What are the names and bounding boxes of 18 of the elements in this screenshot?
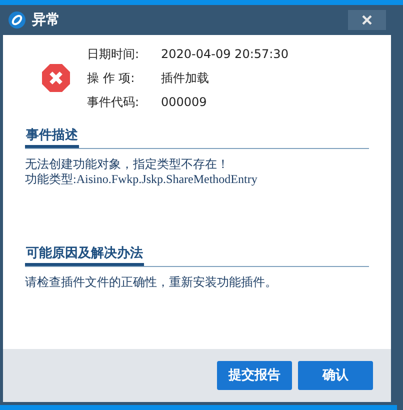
section-text: 请检查插件文件的正确性，重新安装功能插件。 [25, 275, 278, 290]
section-heading: 事件描述 [25, 127, 79, 148]
field-value: 插件加载 [161, 70, 209, 87]
field-label: 操 作 项: [87, 70, 136, 87]
error-icon [41, 63, 71, 93]
close-button[interactable] [348, 10, 386, 30]
dialog-button[interactable]: 确认 [298, 361, 373, 390]
field-label: 事件代码: [87, 94, 140, 111]
close-icon [362, 15, 372, 25]
window-title: 异常 [32, 10, 60, 30]
section-text: 功能类型:Aisino.Fwkp.Jskp.ShareMethodEntry [25, 172, 258, 187]
section-text: 无法创建功能对象，指定类型不存在！ [25, 157, 230, 172]
field-label: 日期时间: [87, 46, 140, 63]
app-logo-icon [8, 11, 26, 29]
section-heading: 可能原因及解决办法 [25, 245, 144, 266]
dialog-button[interactable]: 提交报告 [217, 361, 292, 390]
field-value: 2020-04-09 20:57:30 [161, 46, 288, 63]
field-value: 000009 [161, 94, 207, 111]
